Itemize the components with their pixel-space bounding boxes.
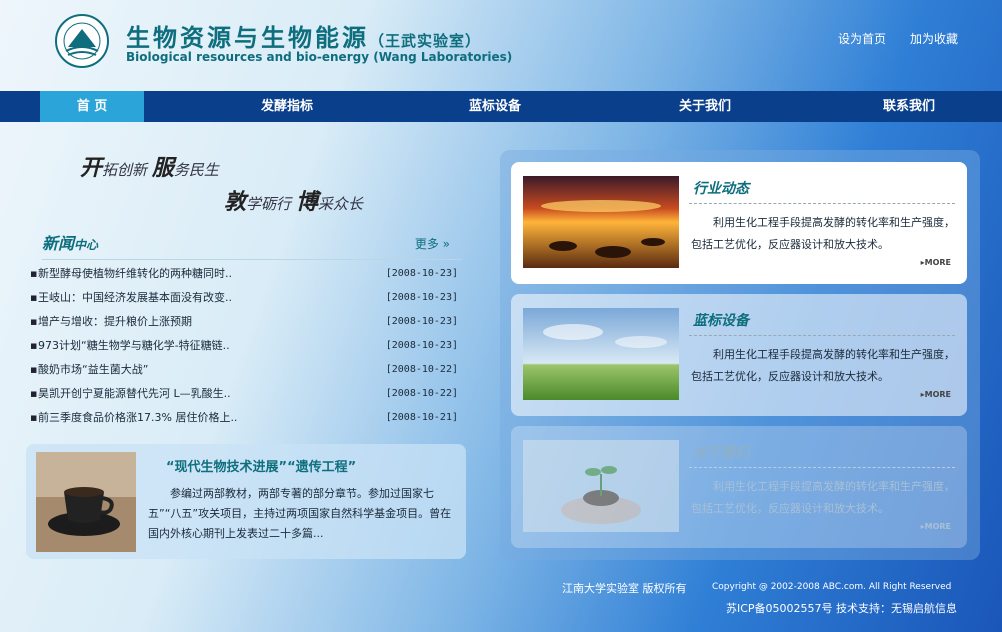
news-item-date: [2008-10-23] — [385, 292, 458, 303]
news-item[interactable]: ▪ 新型酵母使植物纤维转化的两种糖同时.. [2008-10-23] — [30, 262, 462, 286]
news-item-text[interactable]: 增产与增收：提升粮价上涨预期 — [38, 310, 278, 334]
card-divider — [689, 335, 955, 336]
nav-contact[interactable]: 联系我们 — [854, 91, 964, 122]
news-more-link[interactable]: 更多 » — [415, 235, 450, 252]
university-logo-icon — [55, 14, 109, 68]
more-label: MORE — [924, 390, 951, 399]
main-nav: 首 页 发酵指标 蓝标设备 关于我们 联系我们 — [0, 91, 1002, 122]
card-divider — [689, 203, 955, 204]
card-equipment: 蓝标设备 利用生化工程手段提高发酵的转化率和生产强度，包括工艺优化，反应器设计和… — [511, 294, 967, 416]
bullet-icon: ▪ — [30, 267, 38, 280]
card-title[interactable]: 行业动态 — [693, 178, 749, 198]
slogan-text: 务民生 — [173, 161, 219, 179]
news-item[interactable]: ▪ 前三季度食品价格涨17.3% 居住价格上.. [2008-10-21] — [30, 406, 462, 430]
news-item-date: [2008-10-23] — [385, 340, 458, 351]
news-title-main: 新闻 — [42, 234, 75, 253]
coffee-cup-image — [36, 452, 136, 552]
news-item[interactable]: ▪ 昊凯开创宁夏能源替代先河 L—乳酸生.. [2008-10-22] — [30, 382, 462, 406]
news-item-date: [2008-10-21] — [385, 412, 458, 423]
news-item[interactable]: ▪ 王岐山：中国经济发展基本面没有改变.. [2008-10-23] — [30, 286, 462, 310]
right-panel: 行业动态 利用生化工程手段提高发酵的转化率和生产强度，包括工艺优化，反应器设计和… — [500, 150, 980, 560]
card-more-link[interactable]: ▸MORE — [921, 258, 951, 267]
card-industry-news: 行业动态 利用生化工程手段提高发酵的转化率和生产强度，包括工艺优化，反应器设计和… — [511, 162, 967, 284]
news-item-date: [2008-10-22] — [385, 388, 458, 399]
news-item-text[interactable]: 昊凯开创宁夏能源替代先河 L—乳酸生.. — [38, 382, 278, 406]
grass-field-image — [523, 308, 679, 400]
card-text: 利用生化工程手段提高发酵的转化率和生产强度，包括工艺优化，反应器设计和放大技术。 — [691, 216, 955, 251]
news-item-text[interactable]: 酸奶市场“益生菌大战” — [38, 358, 278, 382]
card-text: 利用生化工程手段提高发酵的转化率和生产强度，包括工艺优化，反应器设计和放大技术。 — [691, 480, 955, 515]
add-favorite-link[interactable]: 加为收藏 — [910, 30, 958, 47]
nav-home[interactable]: 首 页 — [40, 91, 144, 122]
slogan-char: 服 — [151, 156, 174, 181]
more-label: MORE — [924, 258, 951, 267]
slogan-line-1: 开拓创新 服务民生 — [80, 150, 219, 182]
slogan-char: 敦 — [224, 190, 247, 215]
bullet-icon: ▪ — [30, 315, 38, 328]
nav-fermentation[interactable]: 发酵指标 — [232, 91, 342, 122]
feature-box: “现代生物技术进展”“遗传工程” 参编过两部教材，两部专著的部分章节。参加过国家… — [26, 444, 466, 559]
bullet-icon: ▪ — [30, 291, 38, 304]
news-item[interactable]: ▪ 973计划“糖生物学与糖化学-特征糖链.. [2008-10-23] — [30, 334, 462, 358]
news-list: ▪ 新型酵母使植物纤维转化的两种糖同时.. [2008-10-23] ▪ 王岐山：中国… — [30, 262, 462, 430]
slogan-text: 学砺行 — [246, 195, 292, 213]
news-title: 新闻中心 — [42, 230, 98, 254]
news-header: 新闻中心 更多 » — [42, 230, 462, 260]
card-text: 利用生化工程手段提高发酵的转化率和生产强度，包括工艺优化，反应器设计和放大技术。 — [691, 348, 955, 383]
site-title-en: Biological resources and bio-energy (Wan… — [126, 50, 513, 64]
card-about-us: 关于我们 利用生化工程手段提高发酵的转化率和生产强度，包括工艺优化，反应器设计和… — [511, 426, 967, 548]
news-item-text[interactable]: 王岐山：中国经济发展基本面没有改变.. — [38, 286, 278, 310]
news-item-text[interactable]: 973计划“糖生物学与糖化学-特征糖链.. — [38, 334, 278, 358]
nav-equipment[interactable]: 蓝标设备 — [440, 91, 550, 122]
news-item-text[interactable]: 新型酵母使植物纤维转化的两种糖同时.. — [38, 262, 278, 286]
news-item[interactable]: ▪ 酸奶市场“益生菌大战” [2008-10-22] — [30, 358, 462, 382]
news-item[interactable]: ▪ 增产与增收：提升粮价上涨预期 [2008-10-23] — [30, 310, 462, 334]
bullet-icon: ▪ — [30, 339, 38, 352]
more-label: MORE — [924, 522, 951, 531]
card-title[interactable]: 关于我们 — [693, 442, 749, 462]
slogan-char: 开 — [80, 156, 103, 181]
seedling-hands-image — [523, 440, 679, 532]
slogan-text: 采众长 — [317, 195, 363, 213]
card-more-link[interactable]: ▸MORE — [921, 390, 951, 399]
bullet-icon: ▪ — [30, 363, 38, 376]
card-title[interactable]: 蓝标设备 — [693, 310, 749, 330]
feature-text: 参编过两部教材，两部专著的部分章节。参加过国家七五”“八五”攻关项目，主持过两项… — [148, 487, 452, 540]
footer-copyright-cn: 江南大学实验室 版权所有 — [562, 582, 687, 595]
bullet-icon: ▪ — [30, 387, 38, 400]
title-cn-main: 生物资源与生物能源 — [126, 24, 369, 52]
slogan-text: 拓创新 — [102, 161, 148, 179]
bullet-icon: ▪ — [30, 411, 38, 424]
slogan-line-2: 敦学砺行 博采众长 — [224, 184, 363, 216]
site-title-cn: 生物资源与生物能源（王武实验室） — [126, 18, 481, 53]
footer-copyright-en: Copyright @ 2002-2008 ABC.com. All Right… — [712, 582, 952, 592]
sunset-image — [523, 176, 679, 268]
feature-title: “现代生物技术进展”“遗传工程” — [166, 460, 357, 475]
title-cn-sub: （王武实验室） — [369, 32, 482, 50]
news-item-date: [2008-10-23] — [385, 268, 458, 279]
slogan-char: 博 — [295, 190, 318, 215]
set-homepage-link[interactable]: 设为首页 — [838, 30, 886, 47]
header: 生物资源与生物能源（王武实验室） Biological resources an… — [0, 0, 1002, 91]
page: 生物资源与生物能源（王武实验室） Biological resources an… — [0, 0, 1002, 632]
footer-icp: 苏ICP备05002557号 技术支持：无锡启航信息 — [726, 602, 958, 615]
news-item-date: [2008-10-22] — [385, 364, 458, 375]
card-more-link[interactable]: ▸MORE — [921, 522, 951, 531]
nav-about[interactable]: 关于我们 — [650, 91, 760, 122]
news-item-date: [2008-10-23] — [385, 316, 458, 327]
card-divider — [689, 467, 955, 468]
news-title-sub: 中心 — [74, 238, 99, 252]
news-item-text[interactable]: 前三季度食品价格涨17.3% 居住价格上.. — [38, 406, 278, 430]
